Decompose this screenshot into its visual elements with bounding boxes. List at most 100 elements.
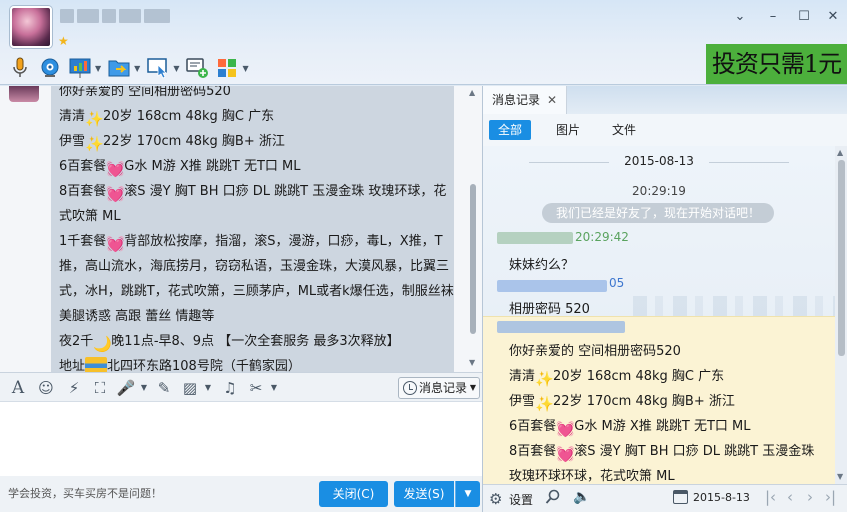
history-line: 伊雪✨22岁 170cm 48kg 胸B+ 浙江 <box>509 394 735 413</box>
folder-send-icon <box>107 56 131 80</box>
sparkle-emoji-icon: ✨ <box>535 395 554 413</box>
share-screen-button[interactable]: ▼ <box>146 55 179 81</box>
contact-nickname-blurred <box>60 9 170 25</box>
ad-slogan[interactable]: 学会投资，买车买房不是问题！ <box>8 485 162 501</box>
history-message-list[interactable]: 2015-08-13 20:29:19 我们已经是好友了，现在开始对话吧！ 20… <box>483 146 835 484</box>
next-page-icon[interactable]: › <box>807 488 813 506</box>
speaker-icon[interactable]: 🔈 <box>573 489 590 505</box>
video-call-button[interactable] <box>38 55 62 81</box>
chevron-down-icon[interactable]: ▼ <box>134 378 154 398</box>
bus-emoji-icon <box>85 357 108 372</box>
filter-all[interactable]: 全部 <box>489 120 532 140</box>
scroll-up-icon[interactable]: ▲ <box>837 148 843 157</box>
chevron-down-icon: ▼ <box>464 489 472 499</box>
history-line: 6百套餐💓G水 M游 X推 跳跳T 无T口 ML <box>509 419 751 438</box>
chevron-down-icon[interactable]: ▼ <box>198 378 218 398</box>
close-icon[interactable]: ✕ <box>822 8 844 26</box>
scroll-thumb[interactable] <box>838 160 845 356</box>
history-filter-bar: 全部 图片 文件 <box>483 114 847 146</box>
ad-banner[interactable]: 投资只需1元起 <box>706 44 847 118</box>
magic-wand-icon[interactable]: ⚡ <box>64 378 84 398</box>
sender-name-blurred <box>497 280 607 292</box>
settings-button[interactable]: 设置 <box>509 491 533 508</box>
search-icon[interactable] <box>545 489 561 505</box>
history-line: 8百套餐💓滚S 漫Y 胸T BH 口痧 DL 跳跳T 玉漫金珠 玫瑰环球环球，花… <box>509 444 815 484</box>
apps-button[interactable]: ▼ <box>215 55 249 81</box>
bottom-bar: 学会投资，买车买房不是问题！ 关闭(C) 发送(S) ▼ <box>0 476 482 512</box>
chevron-down-icon[interactable]: ▼ <box>173 64 179 73</box>
chevron-down-icon[interactable]: ⌄ <box>729 8 751 26</box>
webcam-icon <box>38 56 62 80</box>
filter-images[interactable]: 图片 <box>547 120 589 140</box>
contact-avatar[interactable] <box>10 6 52 48</box>
close-button[interactable]: 关闭(C) <box>319 481 388 507</box>
heart-emoji-icon: 💓 <box>556 445 575 463</box>
message-line: 8百套餐💓滚S 漫Y 胸T BH 口痧 DL 跳跳T 玉漫金珠 玫瑰环球，花式吹… <box>59 184 447 224</box>
send-file-button[interactable]: ▼ <box>107 55 140 81</box>
message-line: 你好亲爱的 空间相册密码520 <box>59 86 231 99</box>
image-icon[interactable]: ▨ <box>180 378 200 398</box>
sparkle-emoji-icon: ✨ <box>85 135 104 153</box>
remote-desktop-button[interactable]: ▼ <box>68 55 101 81</box>
history-message: 相册密码 520 <box>509 302 590 317</box>
moon-emoji-icon: 🌙 <box>93 335 112 353</box>
gear-icon[interactable]: ⚙ <box>489 490 502 508</box>
font-icon[interactable]: A <box>8 378 28 398</box>
message-line: 伊雪✨22岁 170cm 48kg 胸B+ 浙江 <box>59 134 285 153</box>
chat-add-icon <box>185 56 209 80</box>
history-scrollbar[interactable]: ▲ ▼ <box>835 146 847 484</box>
voice-call-button[interactable] <box>8 55 32 81</box>
scissors-icon[interactable]: ✂ <box>246 378 266 398</box>
minimize-icon[interactable]: – <box>762 8 784 26</box>
chevron-down-icon[interactable]: ▼ <box>242 64 248 73</box>
history-date[interactable]: 2015-8-13 <box>693 491 750 504</box>
input-toolbar: A ☺ ⚡ ⛶ 🎤 ▼ ✎ ▨ ▼ ♫ ✂ ▼ 消息记录 ▼ <box>0 372 482 402</box>
clock-icon <box>403 381 417 395</box>
maximize-icon[interactable]: ☐ <box>793 8 815 26</box>
presentation-icon <box>68 56 92 80</box>
send-options-button[interactable]: ▼ <box>455 481 480 507</box>
sender-name-blurred <box>497 321 625 333</box>
send-button[interactable]: 发送(S) <box>394 481 454 507</box>
chevron-down-icon[interactable]: ▼ <box>134 64 140 73</box>
heart-emoji-icon: 💓 <box>106 160 125 178</box>
close-icon[interactable]: ✕ <box>547 86 561 114</box>
heart-emoji-icon: 💓 <box>106 185 125 203</box>
chat-toolbar: ▼ ▼ ▼ ▼ <box>8 54 249 82</box>
scroll-down-icon[interactable]: ▼ <box>469 358 475 367</box>
microphone-icon[interactable]: 🎤 <box>116 378 136 398</box>
music-icon[interactable]: ♫ <box>220 378 240 398</box>
chat-message-area[interactable]: 你好亲爱的 空间相册密码520 清清✨20岁 168cm 48kg 胸C 广东 … <box>0 86 482 372</box>
message-line: 1千套餐💓背部放松按摩，指溜，滚S，漫游，口痧，毒L，X推，T推，高山流水，海底… <box>59 234 454 324</box>
system-message: 我们已经是好友了，现在开始对话吧！ <box>542 203 774 223</box>
panel-header-background <box>567 86 847 114</box>
filter-files[interactable]: 文件 <box>603 120 645 140</box>
scroll-down-icon[interactable]: ▼ <box>837 472 843 481</box>
microphone-icon <box>8 56 32 80</box>
scroll-up-icon[interactable]: ▲ <box>469 88 475 97</box>
edit-icon[interactable]: ✎ <box>154 378 174 398</box>
sender-avatar[interactable] <box>9 86 39 102</box>
history-line: 清清✨20岁 168cm 48kg 胸C 广东 <box>509 369 725 388</box>
message-history-button[interactable]: 消息记录 ▼ <box>398 377 480 399</box>
message-bubble[interactable]: 你好亲爱的 空间相册密码520 清清✨20岁 168cm 48kg 胸C 广东 … <box>51 86 454 372</box>
chevron-down-icon: ▼ <box>469 383 476 392</box>
scroll-thumb[interactable] <box>470 184 476 334</box>
apps-grid-icon <box>215 56 239 80</box>
prev-page-icon[interactable]: ‹ <box>787 488 793 506</box>
calendar-icon[interactable] <box>673 490 688 504</box>
first-page-icon[interactable]: |‹ <box>765 488 776 506</box>
message-input[interactable] <box>0 402 482 476</box>
emoji-icon[interactable]: ☺ <box>36 378 56 398</box>
screenshot-icon[interactable]: ⛶ <box>90 378 110 398</box>
chevron-down-icon[interactable]: ▼ <box>264 378 284 398</box>
message-timestamp: 05 <box>609 276 625 290</box>
chevron-down-icon[interactable]: ▼ <box>95 64 101 73</box>
message-line: 清清✨20岁 168cm 48kg 胸C 广东 <box>59 109 275 128</box>
history-bottom-bar: ⚙ 设置 🔈 2015-8-13 |‹ ‹ › ›| <box>483 484 847 512</box>
message-timestamp: 20:29:42 <box>575 230 629 244</box>
create-discussion-button[interactable] <box>185 55 209 81</box>
last-page-icon[interactable]: ›| <box>825 488 836 506</box>
highlighted-message: 你好亲爱的 空间相册密码520 清清✨20岁 168cm 48kg 胸C 广东 … <box>483 316 835 484</box>
chat-scrollbar[interactable]: ▲ ▼ <box>466 86 480 372</box>
